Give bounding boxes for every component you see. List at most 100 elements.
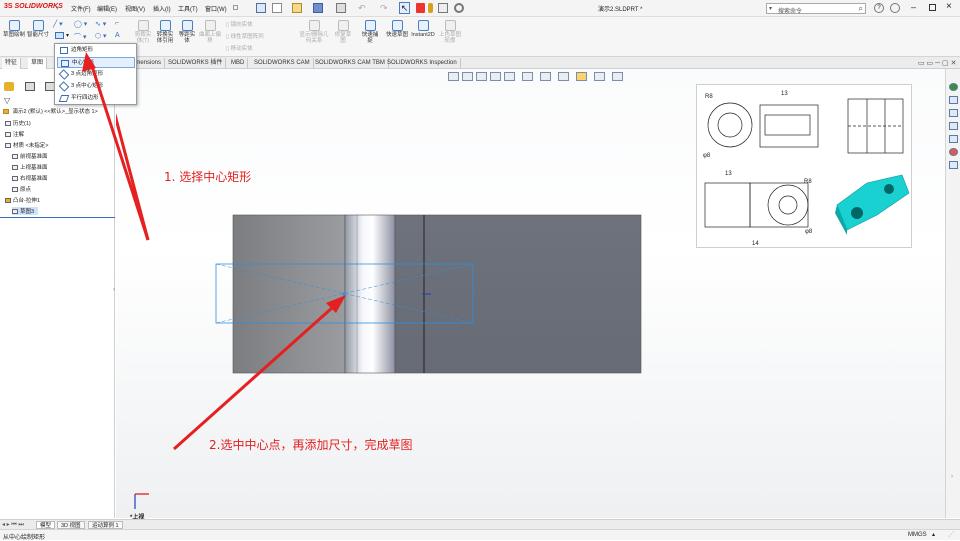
tab-solidworks-cam-tbm[interactable]: SOLIDWORKS CAM TBM — [312, 58, 389, 69]
mirror-button[interactable]: ▯ 镜向实体 — [226, 20, 253, 28]
ref-circle-inner — [717, 112, 743, 138]
menu-file[interactable]: 文件(F) — [71, 4, 91, 13]
tab-solidworks-inspection[interactable]: SOLIDWORKS Inspection — [384, 58, 461, 69]
sketch-fillet-icon[interactable]: ⌐ — [115, 20, 119, 27]
tree-item-history[interactable]: 历史(1) — [5, 119, 31, 127]
rectangle-tool-icon[interactable] — [55, 32, 64, 39]
menu-edit[interactable]: 编辑(E) — [97, 4, 117, 13]
view-palette-icon[interactable] — [949, 122, 958, 130]
rectangle-dropdown-icon[interactable]: ▾ — [66, 32, 69, 39]
panel-collapse-icon[interactable]: ‹ — [113, 287, 115, 293]
tree-item-sketch3[interactable]: 草图3 — [12, 207, 39, 215]
rebuild-icon[interactable] — [416, 3, 425, 13]
search-icon[interactable]: ⌕ — [859, 4, 863, 14]
part-cylinder-face[interactable] — [344, 214, 396, 374]
tab-features[interactable]: 特征 — [2, 58, 22, 69]
unit-system[interactable]: MMGS — [908, 532, 927, 538]
design-library-icon[interactable] — [949, 96, 958, 104]
new-document-icon[interactable] — [272, 3, 282, 13]
tab-window-controls[interactable]: ▭ ▭ ─ ▢ ✕ — [918, 59, 956, 67]
print-icon[interactable] — [336, 3, 346, 13]
spline-tool-icon[interactable]: ∿ ▾ — [95, 20, 106, 28]
sketch-draw-button[interactable]: 草图绘制 — [3, 20, 25, 38]
pane-collapse-icon[interactable]: › — [951, 474, 953, 480]
tab-mbd[interactable]: MBD — [228, 58, 249, 69]
menu-corner-rectangle[interactable]: 边角矩形 — [57, 45, 135, 56]
search-input[interactable]: 搜索命令 — [778, 6, 802, 15]
close-icon[interactable]: × — [946, 1, 952, 12]
menu-center-rectangle[interactable]: 中心矩形 — [57, 57, 135, 68]
appearances-icon[interactable] — [949, 135, 958, 143]
circle-tool-icon[interactable]: ◯ ▾ — [74, 20, 87, 28]
open-icon[interactable] — [292, 3, 302, 13]
search-box[interactable]: ▾ 搜索命令 ⌕ — [766, 3, 866, 15]
tab-solidworks-cam[interactable]: SOLIDWORKS CAM — [251, 58, 314, 69]
solidworks-resources-icon[interactable] — [949, 83, 958, 91]
rollback-bar[interactable] — [0, 217, 115, 218]
instant2d-button[interactable]: Instant2D — [410, 20, 436, 38]
solidworks-forum-icon[interactable] — [949, 161, 958, 169]
arc-tool-icon[interactable]: ⌒ ▾ — [74, 32, 86, 42]
tab-solidworks-addins[interactable]: SOLIDWORKS 插件 — [165, 58, 227, 69]
search-scope-icon[interactable]: ▾ — [769, 5, 772, 12]
redo-icon[interactable]: ↷ — [380, 3, 388, 14]
options-gear-icon[interactable] — [454, 3, 464, 13]
tree-item-front-plane[interactable]: 前视基准面 — [12, 152, 48, 160]
tab-motion-study[interactable]: 运动算例 1 — [88, 521, 123, 529]
menu-tools[interactable]: 工具(T) — [178, 4, 198, 13]
select-icon[interactable]: ↖ — [399, 2, 410, 14]
filter-icon[interactable]: ▽ — [4, 96, 10, 105]
save-icon[interactable] — [313, 3, 323, 13]
pin-icon[interactable] — [233, 5, 238, 10]
menu-window[interactable]: 窗口(W) — [205, 4, 227, 13]
expand-menu-icon[interactable]: › — [56, 3, 64, 13]
display-relations-button[interactable]: 显示/删除几何关系 — [298, 20, 330, 44]
smart-dimension-button[interactable]: 智能尺寸 — [27, 20, 49, 38]
part-right-face[interactable] — [394, 214, 642, 374]
center-point[interactable] — [342, 292, 346, 296]
menu-3point-center-rectangle[interactable]: 3 点中心矩形 — [57, 81, 135, 92]
minimize-icon[interactable]: – — [911, 2, 916, 12]
tree-root[interactable]: 演示2 (默认) <<默认>_显示状态 1> — [3, 107, 98, 115]
property-manager-tab-icon[interactable] — [25, 82, 35, 91]
polygon-tool-icon[interactable]: ⬡ ▾ — [95, 32, 107, 40]
rapid-sketch-button[interactable]: 快速草图 — [386, 20, 408, 38]
tree-item-origin[interactable]: 原点 — [12, 185, 31, 193]
tree-item-material[interactable]: 材质 <未指定> — [5, 141, 48, 149]
menu-3point-corner-rectangle[interactable]: 3 点边角矩形 — [57, 69, 135, 80]
offset-on-surface-button[interactable]: 曲面上偏移 — [199, 20, 221, 44]
convert-entities-button[interactable]: 转换实体引用 — [155, 20, 175, 44]
text-tool-icon[interactable]: A — [115, 32, 120, 39]
maximize-icon[interactable] — [929, 4, 936, 11]
tab-model[interactable]: 模型 — [36, 521, 56, 529]
part-left-face[interactable] — [232, 214, 346, 374]
undo-icon[interactable]: ↶ — [358, 3, 366, 14]
menu-view[interactable]: 视图(V) — [125, 4, 145, 13]
trim-entities-button[interactable]: 剪裁实体(T) — [133, 20, 153, 44]
menu-insert[interactable]: 插入(I) — [153, 4, 171, 13]
linear-pattern-button[interactable]: ▯ 线性草图阵列 — [226, 32, 264, 40]
repair-sketch-button[interactable]: 修复草图 — [333, 20, 353, 44]
shaded-sketch-button[interactable]: 上色草图轮廓 — [439, 20, 461, 44]
home-icon[interactable] — [256, 3, 266, 13]
offset-entities-button[interactable]: 等距实体 — [177, 20, 197, 44]
traffic-light-icon[interactable] — [428, 3, 433, 13]
tree-item-annotations[interactable]: 注解 — [5, 130, 24, 138]
help-icon[interactable]: ? — [874, 3, 884, 13]
tree-item-right-plane[interactable]: 右视基准面 — [12, 174, 48, 182]
nav-arrows-icon[interactable]: ◂ ▸ ⏮ ⏭ — [2, 521, 24, 529]
tab-sketch[interactable]: 草图 — [28, 58, 48, 69]
tab-3d-views[interactable]: 3D 视图 — [57, 521, 85, 529]
file-explorer-icon[interactable] — [949, 109, 958, 117]
file-properties-icon[interactable] — [438, 3, 448, 13]
unit-dropdown-icon[interactable]: ▴ — [932, 531, 935, 538]
feature-manager-tab-icon[interactable] — [4, 82, 14, 91]
tree-item-boss-extrude[interactable]: 凸台-拉伸1 — [5, 196, 40, 204]
custom-properties-icon[interactable] — [949, 148, 958, 156]
menu-parallelogram[interactable]: 平行四边形 — [57, 93, 135, 104]
move-entities-button[interactable]: ▯ 移动实体 — [226, 44, 253, 52]
quick-snaps-button[interactable]: 快速捕捉 — [360, 20, 380, 44]
line-tool-icon[interactable]: ╱ ▾ — [53, 20, 63, 28]
tree-item-top-plane[interactable]: 上视基准面 — [12, 163, 48, 171]
account-icon[interactable] — [890, 3, 900, 13]
